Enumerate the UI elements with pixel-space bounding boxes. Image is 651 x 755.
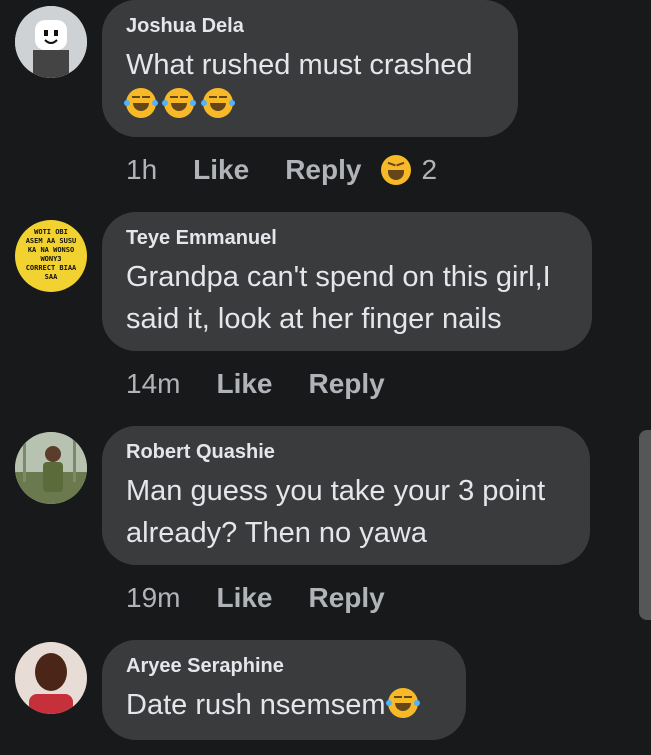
- reply-button[interactable]: Reply: [285, 154, 361, 186]
- avatar-text-line: CORRECT BIAA: [25, 264, 77, 272]
- avatar[interactable]: [15, 432, 87, 504]
- avatar-text-line: ASEM AA SUSU: [25, 237, 77, 245]
- avatar[interactable]: [15, 6, 87, 78]
- scrollbar[interactable]: [639, 430, 651, 620]
- avatar-text-line: WOTI OBI: [34, 228, 68, 236]
- comment-bubble: Robert Quashie Man guess you take your 3…: [102, 426, 590, 565]
- rolling-laughing-emoji-icon: [162, 88, 197, 118]
- avatar-text-line: SAA: [44, 273, 58, 281]
- comment-author[interactable]: Teye Emmanuel: [126, 226, 568, 250]
- emoji-row: [124, 88, 494, 122]
- reaction-count[interactable]: 2: [421, 154, 437, 186]
- comment-time[interactable]: 1h: [126, 154, 157, 186]
- marshmello-avatar-image: [15, 6, 87, 78]
- comment-actions: 1h Like Reply 2: [126, 150, 437, 190]
- rolling-laughing-emoji-icon: [200, 88, 235, 118]
- reply-button[interactable]: Reply: [309, 582, 385, 614]
- person-photo-avatar-image: [15, 642, 87, 714]
- like-button[interactable]: Like: [216, 368, 272, 400]
- reply-button[interactable]: Reply: [309, 368, 385, 400]
- like-button[interactable]: Like: [193, 154, 249, 186]
- comment-text-line: already? Then no yawa: [126, 517, 427, 549]
- comment-time[interactable]: 14m: [126, 368, 180, 400]
- comment-bubble: Aryee Seraphine Date rush nsemsem: [102, 640, 466, 740]
- comment-text: What rushed must crashed: [126, 49, 473, 81]
- comment-author[interactable]: Joshua Dela: [126, 14, 494, 38]
- comment-bubble: Joshua Dela What rushed must crashed: [102, 0, 518, 137]
- comment-actions: 14m Like Reply: [126, 364, 421, 404]
- avatar-text-line: WONY3: [40, 255, 62, 263]
- comment-actions: 19m Like Reply: [126, 578, 421, 618]
- comment-author[interactable]: Robert Quashie: [126, 440, 566, 464]
- comment-text-line: said it, look at her finger nails: [126, 303, 502, 335]
- avatar-text-image: WOTI OBI ASEM AA SUSU KA NA WONSO WONY3 …: [21, 228, 81, 282]
- comment-bubble: Teye Emmanuel Grandpa can't spend on thi…: [102, 212, 592, 351]
- avatar-text-line: KA NA WONSO: [27, 246, 75, 254]
- like-button[interactable]: Like: [216, 582, 272, 614]
- person-photo-avatar-image: [15, 432, 87, 504]
- laughing-reaction-icon[interactable]: [381, 155, 412, 185]
- comment-text-content: Date rush nsemsem: [126, 689, 386, 721]
- comment-time[interactable]: 19m: [126, 582, 180, 614]
- avatar[interactable]: WOTI OBI ASEM AA SUSU KA NA WONSO WONY3 …: [15, 220, 87, 292]
- avatar[interactable]: [15, 642, 87, 714]
- rolling-laughing-emoji-icon: [385, 688, 420, 718]
- rolling-laughing-emoji-icon: [124, 88, 158, 118]
- comment-text-line: Man guess you take your 3 point: [126, 475, 546, 507]
- comment-text: Date rush nsemsem: [126, 684, 442, 726]
- comment-author[interactable]: Aryee Seraphine: [126, 654, 442, 678]
- comment-text-line: Grandpa can't spend on this girl,I: [126, 261, 551, 293]
